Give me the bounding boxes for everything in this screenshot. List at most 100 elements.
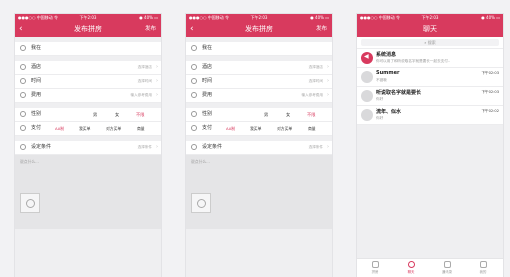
yen-icon — [191, 92, 197, 98]
tab-label: 拼房 — [371, 270, 379, 274]
nav-bar: ‹ 发布拼房 发布 — [186, 21, 332, 37]
hotel-row[interactable]: 酒店 选择酒店 › — [15, 61, 161, 75]
search-input[interactable]: ⌕ 搜索 — [361, 39, 499, 46]
description-input[interactable]: 说点什么... — [186, 155, 332, 229]
row-value: 输入参考费用 — [130, 93, 152, 97]
tab-label: 聊天 — [407, 270, 415, 274]
row-label: 性别 — [202, 111, 213, 117]
pencil-icon — [20, 144, 26, 150]
row-label: 酒店 — [31, 64, 42, 70]
avatar — [361, 109, 373, 121]
chat-preview: 你好 — [376, 116, 384, 120]
time-row[interactable]: 时间 选择时间 › — [186, 75, 332, 89]
pay-me[interactable]: 我买单 — [79, 122, 90, 135]
camera-icon — [26, 199, 35, 208]
hotel-icon — [191, 64, 197, 70]
avatar — [361, 71, 373, 83]
tab-rooms[interactable]: 拼房 — [365, 261, 385, 274]
battery: ● 40% ▭ — [139, 15, 158, 20]
status-bar: ●●●○○ 中国移动 令 下午2:03 ● 40% ▭ — [357, 14, 503, 21]
gender-female[interactable]: 女 — [115, 108, 119, 121]
pay-other[interactable]: 对方买单 — [277, 122, 292, 135]
battery: ● 40% ▭ — [481, 15, 500, 20]
chevron-right-icon: › — [327, 78, 329, 84]
pay-discuss[interactable]: 商量 — [137, 122, 145, 135]
chat-time: 下午02:03 — [481, 71, 499, 75]
row-value: 选择时间 — [137, 79, 152, 83]
search-placeholder: 搜索 — [427, 40, 436, 45]
chat-time: 下午02:03 — [481, 90, 499, 94]
time-row[interactable]: 时间 选择时间 › — [15, 75, 161, 89]
tab-label: 我的 — [479, 270, 487, 274]
add-photo-button[interactable] — [20, 193, 40, 213]
publish-screen: ●●●○○ 中国移动 令 下午2:03 ● 40% ▭ ‹ 发布拼房 发布 我在… — [15, 14, 161, 277]
placeholder: 说点什么... — [191, 159, 210, 164]
row-label: 性别 — [31, 111, 42, 117]
chat-item-system[interactable]: 系统消息你可以用了和听说取名字就是要长一起去支付.. — [357, 49, 503, 68]
add-photo-button[interactable] — [191, 193, 211, 213]
gender-male[interactable]: 男 — [264, 108, 268, 121]
row-label: 我在 — [202, 45, 213, 51]
page-title: 聊天 — [423, 25, 437, 33]
location-icon — [20, 45, 26, 51]
location-row[interactable]: 我在 — [186, 42, 332, 56]
row-label: 支付 — [202, 125, 213, 131]
chevron-right-icon: › — [327, 144, 329, 150]
chat-item[interactable]: Summer 不错哦 下午02:03 — [357, 68, 503, 87]
pay-aa[interactable]: AA制 — [226, 122, 235, 135]
chat-name: 流年、似水 — [376, 109, 402, 115]
row-label: 我在 — [31, 45, 42, 51]
conditions-row[interactable]: 设定条件 选择条件 › — [15, 141, 161, 155]
gender-any[interactable]: 不限 — [307, 108, 315, 121]
row-value: 选择酒店 — [137, 65, 152, 69]
status-bar: ●●●○○ 中国移动 令 下午2:03 ● 40% ▭ — [15, 14, 161, 21]
location-row[interactable]: 我在 — [15, 42, 161, 56]
yen-icon — [20, 92, 26, 98]
row-label: 时间 — [31, 78, 42, 84]
publish-button[interactable]: 发布 — [145, 21, 156, 37]
chat-preview: 你好 — [376, 97, 384, 101]
row-label: 费用 — [202, 92, 213, 98]
pay-other[interactable]: 对方买单 — [106, 122, 121, 135]
row-label: 酒店 — [202, 64, 213, 70]
pay-row: 支付 AA制 我买单 对方买单 商量 — [15, 122, 161, 136]
tab-bar: 拼房 聊天 通讯录 我的 — [357, 258, 503, 277]
user-icon — [479, 261, 487, 268]
chat-item[interactable]: 听说取名字就是要长 你好 下午02:03 — [357, 87, 503, 106]
tab-chat[interactable]: 聊天 — [401, 261, 421, 274]
pay-me[interactable]: 我买单 — [250, 122, 261, 135]
location-icon — [191, 45, 197, 51]
chat-time: 下午02:02 — [481, 109, 499, 113]
description-input[interactable]: 说点什么... — [15, 155, 161, 229]
status-bar: ●●●○○ 中国移动 令 下午2:03 ● 40% ▭ — [186, 14, 332, 21]
chat-name: 听说取名字就是要长 — [376, 90, 422, 96]
tab-label: 通讯录 — [441, 270, 453, 274]
card-icon — [20, 125, 26, 131]
tab-me[interactable]: 我的 — [473, 261, 493, 274]
fee-row[interactable]: 费用 输入参考费用 › — [15, 89, 161, 103]
gender-any[interactable]: 不限 — [136, 108, 144, 121]
fee-row[interactable]: 费用 输入参考费用 › — [186, 89, 332, 103]
tab-contacts[interactable]: 通讯录 — [437, 261, 457, 274]
pay-row: 支付 AA制 我买单 对方买单 商量 — [186, 122, 332, 136]
conditions-row[interactable]: 设定条件 选择条件 › — [186, 141, 332, 155]
pencil-icon — [191, 144, 197, 150]
hotel-row[interactable]: 酒店 选择酒店 › — [186, 61, 332, 75]
pay-aa[interactable]: AA制 — [55, 122, 64, 135]
row-value: 选择酒店 — [308, 65, 323, 69]
page-title: 发布拼房 — [245, 25, 273, 33]
chat-name: 系统消息 — [376, 52, 397, 58]
gender-male[interactable]: 男 — [93, 108, 97, 121]
person-icon — [191, 111, 197, 117]
placeholder: 说点什么... — [20, 159, 39, 164]
gender-female[interactable]: 女 — [286, 108, 290, 121]
pay-discuss[interactable]: 商量 — [308, 122, 316, 135]
publish-button[interactable]: 发布 — [316, 21, 327, 37]
row-label: 支付 — [31, 125, 42, 131]
row-label: 设定条件 — [202, 144, 223, 150]
chevron-right-icon: › — [327, 92, 329, 98]
chevron-right-icon: › — [327, 64, 329, 70]
search-bar: ⌕ 搜索 — [357, 37, 503, 49]
chat-item[interactable]: 流年、似水 你好 下午02:02 — [357, 106, 503, 125]
contacts-icon — [443, 261, 451, 268]
